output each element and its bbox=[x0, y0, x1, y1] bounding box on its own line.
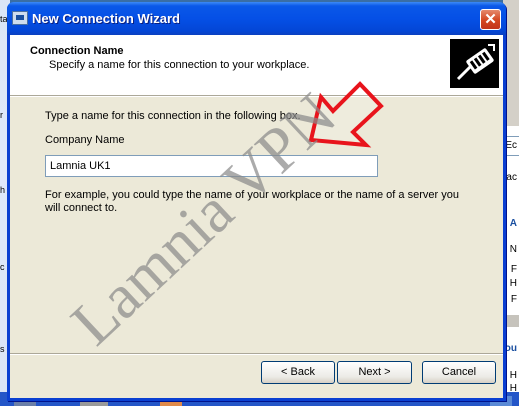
company-name-input[interactable] bbox=[45, 155, 378, 177]
footer-divider bbox=[10, 353, 503, 355]
company-name-label: Company Name bbox=[45, 134, 125, 146]
header-divider bbox=[10, 95, 503, 97]
wizard-body: Connection Name Specify a name for this … bbox=[10, 35, 503, 398]
close-icon: ✕ bbox=[484, 11, 497, 28]
instruction-text: Type a name for this connection in the f… bbox=[45, 110, 301, 122]
background-left-text: s bbox=[0, 344, 5, 354]
wizard-window-icon bbox=[12, 11, 28, 25]
next-button[interactable]: Next > bbox=[337, 361, 412, 384]
background-right-text: H bbox=[509, 278, 517, 289]
page-title: Connection Name bbox=[30, 45, 124, 57]
cancel-button[interactable]: Cancel bbox=[422, 361, 496, 384]
title-bar[interactable]: New Connection Wizard ✕ bbox=[7, 2, 506, 35]
background-right-text: N bbox=[509, 244, 517, 255]
page-subtitle: Specify a name for this connection to yo… bbox=[49, 59, 310, 71]
example-text: For example, you could type the name of … bbox=[45, 189, 459, 214]
background-right-text: F bbox=[510, 264, 517, 275]
window-title: New Connection Wizard bbox=[32, 11, 180, 26]
background-right-text: ou bbox=[504, 343, 517, 354]
background-right-text: H bbox=[509, 370, 517, 381]
background-left-text: r bbox=[0, 110, 3, 120]
wizard-header: Connection Name Specify a name for this … bbox=[10, 35, 503, 95]
background-right-text: F bbox=[510, 294, 517, 305]
wizard-window: New Connection Wizard ✕ Connection Name … bbox=[7, 2, 506, 401]
background-right-text: Ec bbox=[505, 140, 517, 151]
background-left-text: h bbox=[0, 185, 6, 195]
network-cable-icon bbox=[450, 39, 499, 88]
close-button[interactable]: ✕ bbox=[480, 9, 501, 30]
background-left-text: c bbox=[0, 262, 5, 272]
back-button[interactable]: < Back bbox=[261, 361, 335, 384]
